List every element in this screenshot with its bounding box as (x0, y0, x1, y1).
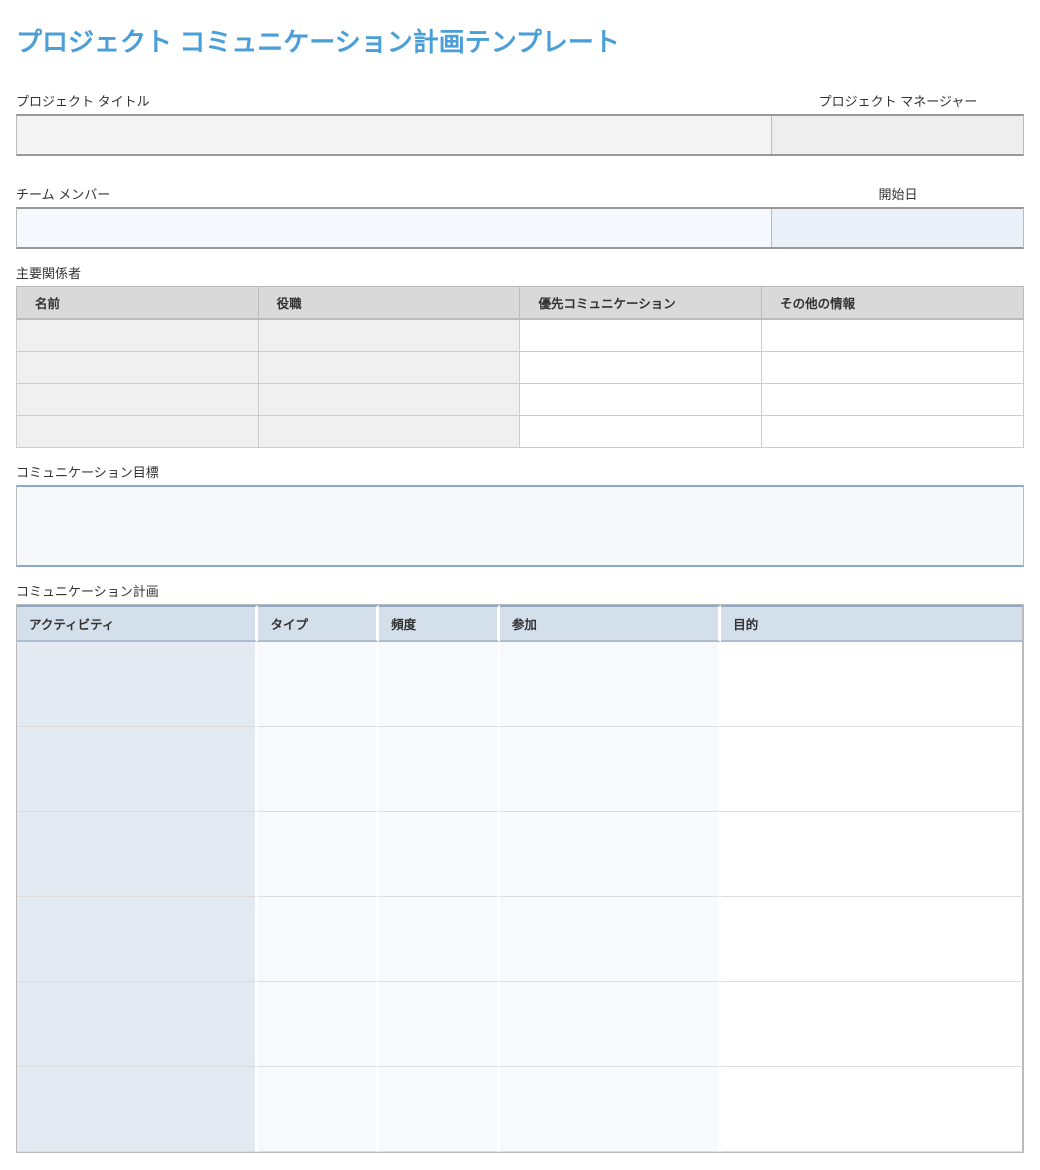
plan-freq-cell[interactable] (379, 982, 500, 1067)
stk-name-cell[interactable] (17, 415, 259, 447)
plan-purpose-cell[interactable] (721, 897, 1023, 982)
stk-pref-cell[interactable] (520, 351, 762, 383)
plan-part-cell[interactable] (500, 982, 721, 1067)
plan-header-frequency: 頻度 (379, 605, 500, 642)
stk-name-cell[interactable] (17, 383, 259, 415)
stk-other-cell[interactable] (762, 351, 1024, 383)
plan-type-cell[interactable] (258, 1067, 379, 1152)
stakeholders-header-pref-comm: 優先コミュニケーション (520, 287, 762, 320)
table-row (17, 982, 1023, 1067)
plan-part-cell[interactable] (500, 642, 721, 727)
plan-purpose-cell[interactable] (721, 727, 1023, 812)
plan-type-cell[interactable] (258, 982, 379, 1067)
table-row (17, 319, 1024, 351)
plan-header-participation: 参加 (500, 605, 721, 642)
comm-goals-input[interactable] (16, 485, 1024, 567)
plan-type-cell[interactable] (258, 897, 379, 982)
table-row (17, 383, 1024, 415)
label-project-manager: プロジェクト マネージャー (772, 91, 1024, 110)
stakeholders-table: 名前 役職 優先コミュニケーション その他の情報 (16, 286, 1024, 448)
plan-purpose-cell[interactable] (721, 812, 1023, 897)
plan-activity-cell[interactable] (17, 642, 258, 727)
plan-activity-cell[interactable] (17, 812, 258, 897)
table-row (17, 642, 1023, 727)
label-comm-goals: コミュニケーション目標 (16, 462, 1024, 481)
start-date-input[interactable] (772, 209, 1024, 247)
stk-role-cell[interactable] (258, 319, 520, 351)
label-team-members: チーム メンバー (16, 184, 772, 203)
plan-part-cell[interactable] (500, 897, 721, 982)
table-row (17, 727, 1023, 812)
table-row (17, 897, 1023, 982)
plan-activity-cell[interactable] (17, 727, 258, 812)
stk-role-cell[interactable] (258, 351, 520, 383)
plan-header-purpose: 目的 (721, 605, 1023, 642)
stk-pref-cell[interactable] (520, 319, 762, 351)
table-row (17, 1067, 1023, 1152)
team-startdate-row (16, 207, 1024, 249)
stk-other-cell[interactable] (762, 319, 1024, 351)
plan-freq-cell[interactable] (379, 897, 500, 982)
table-row (17, 351, 1024, 383)
project-manager-input[interactable] (772, 116, 1024, 154)
team-members-input[interactable] (17, 209, 772, 247)
plan-freq-cell[interactable] (379, 1067, 500, 1152)
plan-purpose-cell[interactable] (721, 982, 1023, 1067)
plan-part-cell[interactable] (500, 727, 721, 812)
project-title-input[interactable] (17, 116, 772, 154)
plan-freq-cell[interactable] (379, 727, 500, 812)
stk-role-cell[interactable] (258, 415, 520, 447)
project-title-manager-row (16, 114, 1024, 156)
plan-header-activity: アクティビティ (17, 605, 258, 642)
table-row (17, 812, 1023, 897)
stk-pref-cell[interactable] (520, 415, 762, 447)
plan-part-cell[interactable] (500, 812, 721, 897)
stk-pref-cell[interactable] (520, 383, 762, 415)
plan-activity-cell[interactable] (17, 1067, 258, 1152)
label-comm-plan: コミュニケーション計画 (16, 581, 1024, 600)
plan-purpose-cell[interactable] (721, 1067, 1023, 1152)
plan-freq-cell[interactable] (379, 812, 500, 897)
plan-type-cell[interactable] (258, 812, 379, 897)
stk-name-cell[interactable] (17, 351, 259, 383)
stk-name-cell[interactable] (17, 319, 259, 351)
stk-other-cell[interactable] (762, 383, 1024, 415)
label-stakeholders: 主要関係者 (16, 263, 1024, 282)
table-row (17, 415, 1024, 447)
plan-header-type: タイプ (258, 605, 379, 642)
label-project-title: プロジェクト タイトル (16, 91, 772, 110)
plan-freq-cell[interactable] (379, 642, 500, 727)
stk-role-cell[interactable] (258, 383, 520, 415)
stakeholders-header-other: その他の情報 (762, 287, 1024, 320)
plan-purpose-cell[interactable] (721, 642, 1023, 727)
stakeholders-header-name: 名前 (17, 287, 259, 320)
plan-part-cell[interactable] (500, 1067, 721, 1152)
stk-other-cell[interactable] (762, 415, 1024, 447)
plan-activity-cell[interactable] (17, 982, 258, 1067)
plan-table: アクティビティ タイプ 頻度 参加 目的 (16, 604, 1024, 1153)
label-start-date: 開始日 (772, 184, 1024, 203)
plan-type-cell[interactable] (258, 727, 379, 812)
plan-activity-cell[interactable] (17, 897, 258, 982)
plan-type-cell[interactable] (258, 642, 379, 727)
document-title: プロジェクト コミュニケーション計画テンプレート (16, 22, 1024, 59)
stakeholders-header-role: 役職 (258, 287, 520, 320)
